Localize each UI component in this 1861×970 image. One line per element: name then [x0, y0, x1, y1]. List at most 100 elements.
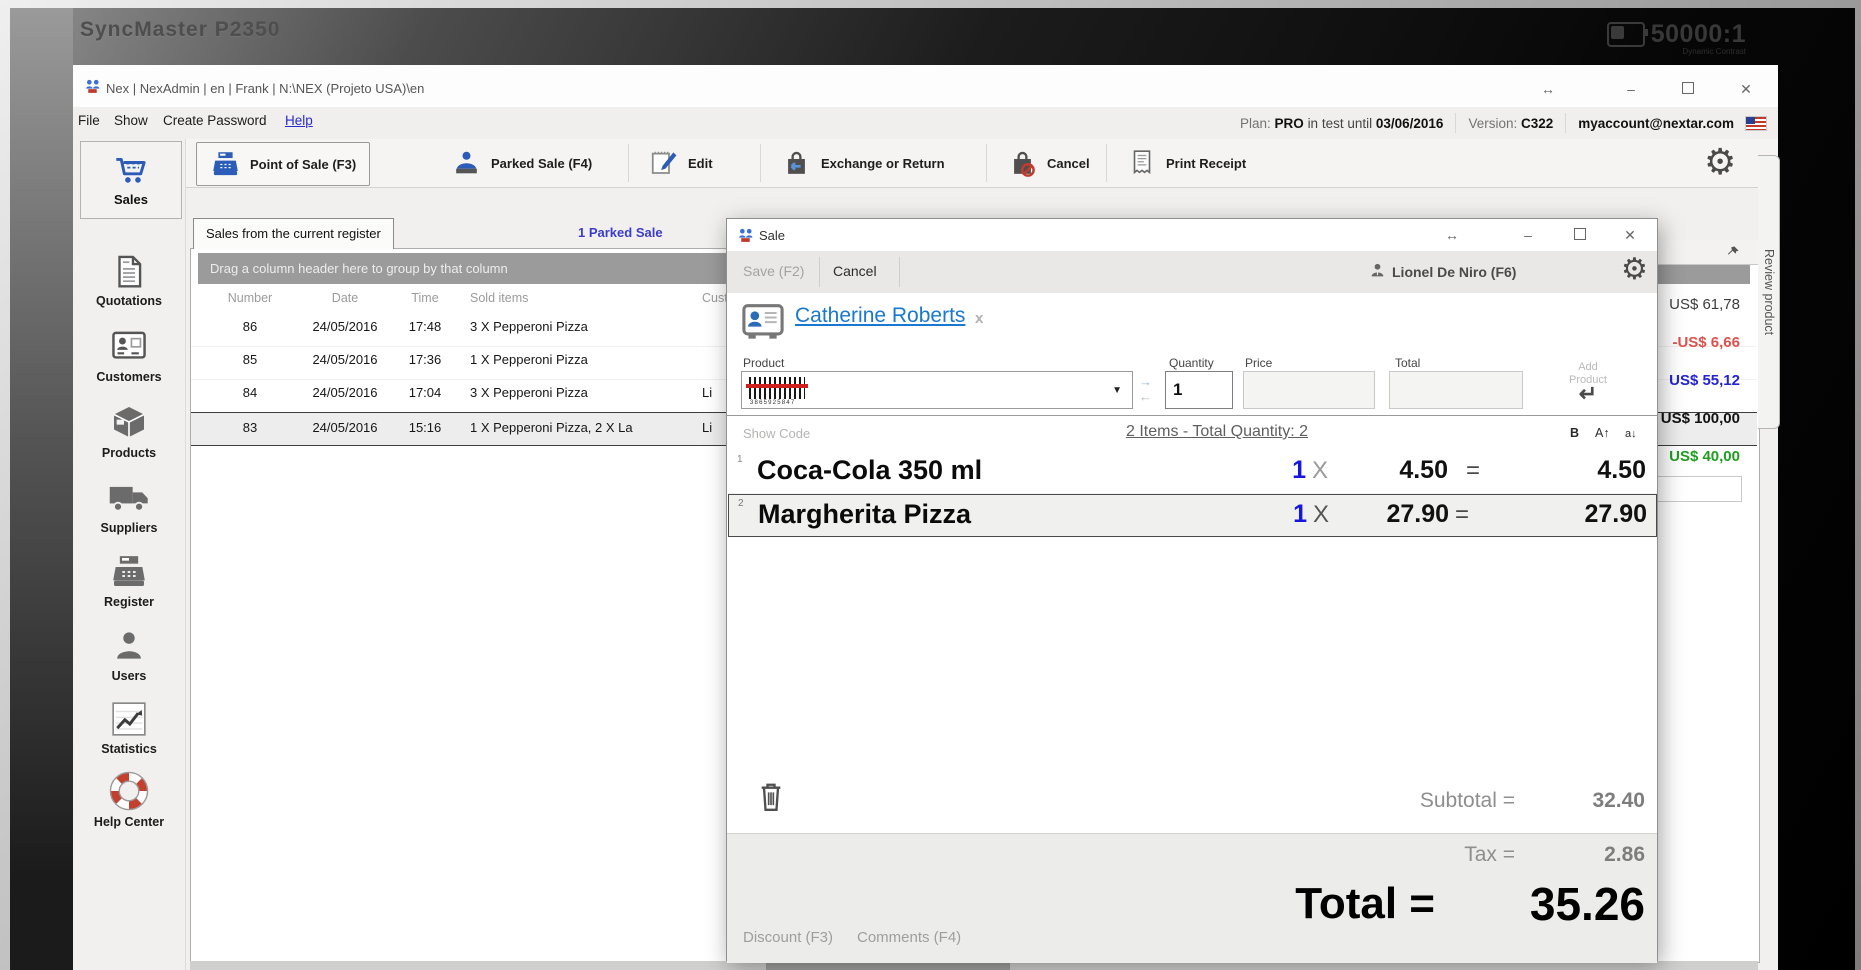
add-product-button[interactable]: Add Product ↵	[1543, 361, 1633, 405]
sidebar-item-quotations[interactable]	[73, 252, 185, 297]
dialog-minimize-button[interactable]: –	[1513, 224, 1543, 246]
bold-format-button[interactable]: B	[1570, 426, 1579, 440]
dialog-maximize-button[interactable]	[1565, 224, 1595, 246]
sidebar-label-customers[interactable]: Customers	[73, 370, 185, 384]
sidebar-label-quotations[interactable]: Quotations	[73, 294, 185, 308]
sidebar-label-statistics[interactable]: Statistics	[73, 742, 185, 756]
parked-sale-button[interactable]: Parked Sale (F4)	[438, 142, 605, 184]
sidebar-item-register[interactable]	[73, 553, 185, 596]
seller-icon	[1369, 262, 1386, 279]
cell-date[interactable]: 24/05/2016	[295, 352, 395, 367]
review-product-tab[interactable]: Review product	[1758, 155, 1780, 429]
monitor-brand: SyncMaster P2350	[80, 18, 280, 42]
items-summary[interactable]: 2 Items - Total Quantity: 2	[967, 423, 1467, 441]
comments-button[interactable]: Comments (F4)	[857, 929, 961, 946]
cell-customer[interactable]: Li	[702, 385, 712, 400]
tax-value: 2.86	[1529, 843, 1645, 867]
menu-help[interactable]: Help	[285, 113, 313, 128]
dropdown-caret-icon[interactable]: ▼	[1112, 385, 1122, 396]
cell-date[interactable]: 24/05/2016	[295, 420, 395, 435]
menu-create-password[interactable]: Create Password	[163, 113, 267, 128]
print-receipt-button[interactable]: Print Receipt	[1114, 142, 1259, 184]
main-close-button[interactable]: ✕	[1731, 78, 1761, 100]
settings-gear-icon[interactable]: ⚙	[1704, 144, 1736, 180]
dialog-settings-gear-icon[interactable]: ⚙	[1621, 255, 1648, 285]
exchange-return-button[interactable]: Exchange or Return	[768, 142, 958, 184]
sidebar-label-users[interactable]: Users	[73, 669, 185, 683]
cell-number[interactable]: 85	[205, 352, 295, 367]
column-header-sold-items[interactable]: Sold items	[470, 291, 528, 305]
divider	[819, 257, 820, 287]
menu-file[interactable]: File	[78, 113, 100, 128]
remove-customer-button[interactable]: x	[975, 310, 983, 327]
sidebar-label-help-center[interactable]: Help Center	[73, 815, 185, 829]
item-price: 4.50	[1328, 456, 1448, 485]
sidebar-item-users[interactable]	[73, 627, 185, 670]
cell-time[interactable]: 17:04	[390, 385, 460, 400]
price-input[interactable]	[1243, 371, 1375, 409]
sidebar-label-suppliers[interactable]: Suppliers	[73, 521, 185, 535]
sidebar-item-suppliers[interactable]	[73, 478, 185, 521]
language-flag-icon[interactable]	[1746, 117, 1766, 130]
sale-item-row[interactable]: 1 Coca-Cola 350 ml 1 X 4.50 = 4.50	[728, 451, 1657, 493]
main-resize-button[interactable]: ↔	[1533, 78, 1563, 100]
point-of-sale-button[interactable]: Point of Sale (F3)	[196, 142, 370, 186]
sidebar-item-help-center[interactable]	[73, 770, 185, 817]
cell-sold-items[interactable]: 1 X Pepperoni Pizza, 2 X La	[470, 420, 633, 435]
cell-time[interactable]: 15:16	[390, 420, 460, 435]
main-minimize-button[interactable]: –	[1616, 78, 1646, 100]
transfer-right-icon[interactable]: →	[1139, 374, 1152, 389]
sale-dialog: Sale ↔ – ✕ Save (F2) Cancel Lionel De Ni…	[726, 218, 1658, 961]
discount-button[interactable]: Discount (F3)	[743, 929, 833, 946]
save-button[interactable]: Save (F2)	[743, 263, 804, 279]
cell-date[interactable]: 24/05/2016	[295, 319, 395, 334]
menu-show[interactable]: Show	[114, 113, 148, 128]
cell-sold-items[interactable]: 1 X Pepperoni Pizza	[470, 352, 588, 367]
cancel-sale-button[interactable]: Cancel	[994, 142, 1103, 184]
cancel-button[interactable]: Cancel	[833, 263, 877, 279]
trash-icon[interactable]	[757, 779, 785, 815]
column-header-date[interactable]: Date	[295, 291, 395, 305]
sidebar-label-products[interactable]: Products	[73, 446, 185, 460]
account-strip: Plan: PRO in test until 03/06/2016 Versi…	[1240, 113, 1766, 133]
cell-number[interactable]: 86	[205, 319, 295, 334]
dialog-resize-button[interactable]: ↔	[1437, 224, 1467, 246]
cell-time[interactable]: 17:48	[390, 319, 460, 334]
product-box-icon	[109, 402, 149, 442]
sidebar-item-customers[interactable]	[73, 328, 185, 369]
cell-number[interactable]: 84	[205, 385, 295, 400]
sidebar-item-statistics[interactable]	[73, 699, 185, 744]
divider	[899, 257, 900, 287]
main-maximize-button[interactable]	[1673, 78, 1703, 100]
enter-icon: ↵	[1579, 381, 1597, 406]
cell-sold-items[interactable]: 3 X Pepperoni Pizza	[470, 385, 588, 400]
edit-button[interactable]: Edit	[636, 142, 726, 184]
pin-icon[interactable]	[1726, 245, 1740, 259]
sidebar-item-sales[interactable]: Sales	[80, 141, 182, 219]
cell-number[interactable]: 83	[205, 420, 295, 435]
sidebar-item-products[interactable]	[73, 402, 185, 447]
quantity-input[interactable]	[1165, 371, 1233, 409]
product-input[interactable]: 3865925847 ▼	[741, 371, 1133, 409]
column-header-time[interactable]: Time	[390, 291, 460, 305]
font-decrease-button[interactable]: a↓	[1625, 428, 1637, 440]
sale-item-row-selected[interactable]: 2 Margherita Pizza 1 X 27.90 = 27.90	[728, 494, 1657, 537]
tab-parked-sale[interactable]: 1 Parked Sale	[578, 225, 663, 240]
account-email[interactable]: myaccount@nextar.com	[1578, 116, 1734, 131]
transfer-left-icon[interactable]: ←	[1139, 389, 1152, 404]
amount-empty-field[interactable]	[1648, 476, 1742, 502]
dialog-close-button[interactable]: ✕	[1615, 224, 1645, 246]
cell-date[interactable]: 24/05/2016	[295, 385, 395, 400]
sidebar-label-register[interactable]: Register	[73, 595, 185, 609]
customer-link[interactable]: Catherine Roberts	[795, 304, 965, 328]
font-increase-button[interactable]: A↑	[1595, 426, 1610, 440]
column-header-number[interactable]: Number	[205, 291, 295, 305]
show-code-toggle[interactable]: Show Code	[743, 426, 810, 441]
seller-button[interactable]: Lionel De Niro (F6)	[1392, 264, 1516, 280]
item-total: 4.50	[1506, 456, 1646, 485]
cell-time[interactable]: 17:36	[390, 352, 460, 367]
tab-current-register[interactable]: Sales from the current register	[193, 218, 394, 249]
cell-sold-items[interactable]: 3 X Pepperoni Pizza	[470, 319, 588, 334]
total-input[interactable]	[1389, 371, 1523, 409]
cell-customer[interactable]: Li	[702, 420, 712, 435]
